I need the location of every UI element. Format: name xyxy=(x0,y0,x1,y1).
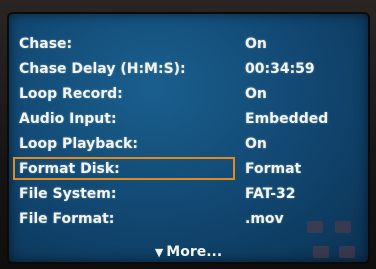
menu-value: On xyxy=(245,86,267,102)
menu-row-audio-input[interactable]: Audio Input: Embedded xyxy=(9,108,368,130)
menu-label: Chase: xyxy=(19,36,73,52)
menu-value: Embedded xyxy=(245,111,329,127)
menu-label: Format Disk: xyxy=(19,161,120,177)
menu-label: Audio Input: xyxy=(19,111,117,127)
menu-value: On xyxy=(245,136,267,152)
menu-row-chase-delay[interactable]: Chase Delay (H:M:S): 00:34:59 xyxy=(9,58,368,80)
reflection-glare xyxy=(335,221,351,233)
reflection-glare xyxy=(307,221,323,233)
menu-row-loop-record[interactable]: Loop Record: On xyxy=(9,83,368,105)
menu-value: 00:34:59 xyxy=(245,61,315,77)
menu-value: On xyxy=(245,36,267,52)
more-button[interactable]: ▼ More... xyxy=(9,242,368,262)
menu-label: File Format: xyxy=(19,211,115,227)
menu-label: File System: xyxy=(19,186,117,202)
menu-row-format-disk[interactable]: Format Disk: Format xyxy=(9,158,368,180)
device-frame: Chase: On Chase Delay (H:M:S): 00:34:59 … xyxy=(0,0,376,269)
menu-label: Chase Delay (H:M:S): xyxy=(19,61,186,77)
menu-label: Loop Playback: xyxy=(19,136,138,152)
menu-label: Loop Record: xyxy=(19,86,123,102)
menu-row-file-system[interactable]: File System: FAT-32 xyxy=(9,183,368,205)
menu-value: .mov xyxy=(245,211,284,227)
lcd-screen: Chase: On Chase Delay (H:M:S): 00:34:59 … xyxy=(9,14,368,262)
menu-value: FAT-32 xyxy=(245,186,296,202)
menu-row-loop-playback[interactable]: Loop Playback: On xyxy=(9,133,368,155)
menu-row-chase[interactable]: Chase: On xyxy=(9,33,368,55)
more-label: More... xyxy=(166,244,223,260)
down-triangle-icon: ▼ xyxy=(154,246,164,259)
menu-value: Format xyxy=(245,161,302,177)
